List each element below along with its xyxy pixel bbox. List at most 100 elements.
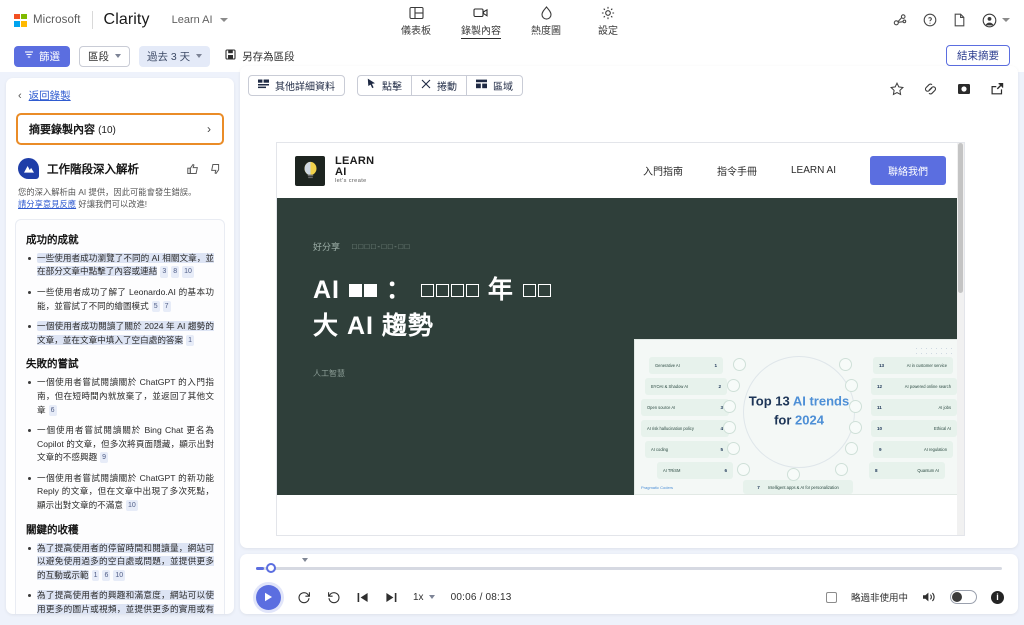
timeline-progress — [256, 567, 264, 570]
infographic-title-a: Top 13 — [749, 393, 793, 408]
clarity-brand: Clarity — [104, 11, 150, 29]
pill-label: AI risk hallucination policy — [647, 426, 694, 431]
link-icon[interactable] — [923, 82, 938, 96]
segment-dropdown[interactable]: 區段 — [79, 46, 130, 67]
recorded-page-viewport[interactable]: LEARN AI let's create 入門指南 指令手冊 LEARN AI… — [276, 142, 965, 536]
previous-page-button[interactable] — [357, 592, 369, 603]
timeline-event-marker[interactable] — [302, 558, 308, 562]
ref-chip[interactable]: 7 — [163, 301, 171, 312]
next-page-button[interactable] — [385, 592, 397, 603]
node-icon — [849, 421, 862, 434]
more-details-label: 其他詳細資料 — [275, 78, 335, 93]
save-segment-button[interactable]: 另存為區段 — [225, 49, 295, 64]
ref-chip[interactable]: 9 — [100, 452, 108, 463]
summary-recordings-card[interactable]: 摘要錄製內容 (10) › — [16, 113, 224, 145]
ref-chip[interactable]: 10 — [113, 570, 125, 581]
pill-number: 10 — [877, 426, 882, 431]
more-details-button[interactable]: 其他詳細資料 — [248, 75, 345, 96]
help-icon[interactable] — [923, 13, 937, 27]
ref-chip[interactable]: 1 — [92, 570, 100, 581]
heatmap-icon — [540, 5, 553, 20]
site-nav-prompt-manual[interactable]: 指令手冊 — [717, 163, 757, 178]
pill-number: 11 — [877, 405, 882, 410]
section-title-takeaways: 關鍵的收穫 — [26, 522, 214, 537]
hero-title-prefix: AI — [313, 276, 340, 304]
thumbs-down-icon[interactable] — [210, 163, 222, 175]
overlay-toggle-group: 點擊 捲動 區域 — [357, 75, 523, 96]
clicks-toggle-button[interactable]: 點擊 — [357, 75, 412, 96]
masked-char — [436, 284, 449, 297]
site-nav-learn-ai[interactable]: LEARN AI — [791, 165, 836, 176]
info-icon[interactable]: i — [991, 591, 1004, 604]
docs-icon[interactable] — [953, 13, 966, 27]
contact-us-button[interactable]: 聯絡我們 — [870, 156, 946, 185]
player-options: 略過非使用中 i — [826, 584, 1004, 610]
pill-label: Ethical AI — [934, 426, 951, 431]
date-range-dropdown[interactable]: 過去 3 天 — [139, 46, 210, 67]
play-button[interactable] — [256, 585, 281, 610]
feedback-link[interactable]: 請分享意見反應 — [18, 199, 76, 209]
chevron-down-icon — [1002, 18, 1010, 22]
share-nodes-icon[interactable] — [893, 13, 907, 27]
infographic-left-item: BYOAI & Shadow AI 2 — [645, 378, 727, 395]
ref-chip[interactable]: 6 — [102, 570, 110, 581]
filter-button[interactable]: 篩選 — [14, 46, 70, 67]
forward-30-button[interactable] — [327, 590, 341, 604]
disclaimer-text: 您的深入解析由 AI 提供，因此可能會發生錯誤。 — [18, 187, 196, 197]
ref-chip[interactable]: 1 — [186, 335, 194, 346]
logo-line-2: AI — [335, 167, 374, 178]
infographic-title-b: AI trends — [793, 393, 849, 408]
ref-chip[interactable]: 5 — [152, 301, 160, 312]
infographic-footer: Pragmatic Coders — [641, 485, 673, 490]
pill-label: AI coding — [651, 447, 668, 452]
chevron-down-icon — [115, 54, 121, 58]
back-to-recordings-link[interactable]: ‹ 返回錄製 — [6, 78, 234, 111]
bullet-text: 為了提高使用者的興趣和滿意度，網站可以使用更多的圖片或視頻，並提供更多的實用或有… — [37, 590, 214, 614]
timeline-slider[interactable] — [256, 566, 1002, 571]
account-menu[interactable] — [982, 13, 1010, 28]
end-summary-button[interactable]: 結束摘要 — [946, 45, 1010, 66]
share-icon[interactable] — [990, 82, 1004, 96]
hero-text-block: 好分享 □□□□-□□-□□ AI ： 年 大 AI 趨勢 人工智慧 — [277, 198, 964, 379]
area-icon — [476, 79, 487, 92]
thumbs-up-icon[interactable] — [187, 163, 199, 175]
star-icon[interactable] — [890, 82, 904, 96]
node-icon — [723, 421, 736, 434]
nav-item-dashboard[interactable]: 儀表板 — [395, 3, 437, 40]
node-icon — [723, 400, 736, 413]
infographic-left-item: Open source AI 3 — [641, 399, 729, 416]
timeline-handle[interactable] — [266, 563, 276, 573]
infographic-right-item: 10 Ethical AI — [871, 420, 957, 437]
main-nav: 儀表板 錄製內容 熱度圖 — [395, 3, 629, 42]
transport-controls: 1x 00:06 / 08:13 — [256, 584, 512, 610]
account-icon — [982, 13, 997, 28]
nav-item-recordings[interactable]: 錄製內容 — [457, 3, 505, 42]
list-item: 一個使用者嘗試閱讀關於 ChatGPT 的入門指南，但在短時間內就放棄了，並返回… — [26, 376, 214, 417]
screenshot-icon[interactable] — [957, 82, 971, 96]
hero-title: AI ： 年 大 AI 趨勢 — [313, 273, 964, 344]
section-list-takeaways: 為了提高使用者的停留時間和閱讀量，網站可以避免使用過多的空白處或問題，並提供更多… — [26, 542, 214, 614]
skip-inactivity-checkbox[interactable] — [826, 592, 837, 603]
ref-chip[interactable]: 3 — [160, 266, 168, 277]
playback-speed-dropdown[interactable]: 1x — [413, 592, 435, 603]
ref-chip[interactable]: 10 — [126, 500, 138, 511]
feedback-buttons — [187, 163, 222, 175]
nav-item-heatmaps[interactable]: 熱度圖 — [525, 3, 567, 40]
save-segment-label: 另存為區段 — [242, 49, 295, 64]
ref-chip[interactable]: 8 — [171, 266, 179, 277]
ref-chip[interactable]: 6 — [49, 405, 57, 416]
section-list-successes: 一些使用者成功瀏覽了不同的 AI 相關文章，並在部分文章中點擊了內容或連結381… — [26, 252, 214, 347]
bullet-refs: 3810 — [157, 266, 194, 276]
ref-chip[interactable]: 10 — [182, 266, 194, 277]
site-nav-getting-started[interactable]: 入門指南 — [643, 163, 683, 178]
rewind-10-button[interactable] — [297, 590, 311, 604]
scroll-toggle-button[interactable]: 捲動 — [412, 75, 467, 96]
pill-label: Intelligent apps & AI for personalizatio… — [768, 485, 839, 490]
project-selector[interactable]: Learn AI — [172, 14, 228, 26]
nav-item-settings[interactable]: 設定 — [587, 3, 629, 40]
list-item: 一些使用者成功瀏覽了不同的 AI 相關文章，並在部分文章中點擊了內容或連結381… — [26, 252, 214, 279]
timeline-track[interactable] — [256, 567, 1002, 570]
mute-toggle[interactable] — [950, 590, 977, 604]
area-toggle-button[interactable]: 區域 — [467, 75, 523, 96]
volume-icon[interactable] — [922, 591, 936, 603]
